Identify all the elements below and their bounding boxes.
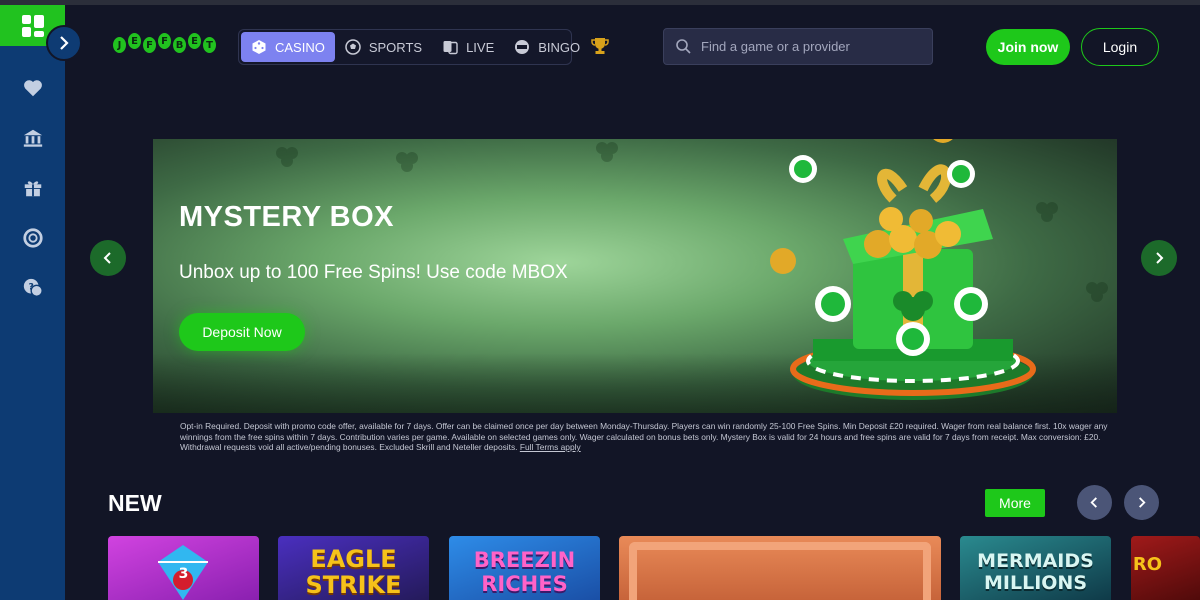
banner-next-button[interactable] [1141,240,1177,276]
game-tile[interactable]: MERMAIDS MILLIONS [960,536,1111,600]
game-title: RO [1132,554,1163,575]
logo-letter: E [188,33,201,49]
game-tile[interactable] [619,536,941,600]
search-bar[interactable] [663,28,933,65]
support-button[interactable]: ? [0,263,65,313]
game-title: EAGLE STRIKE [305,545,402,599]
banner-subtitle: Unbox up to 100 Free Spins! Use code MBO… [179,262,568,283]
join-now-button[interactable]: Join now [986,29,1070,65]
chevron-right-icon [60,36,69,50]
nav-live[interactable]: LIVE [432,32,504,62]
login-button[interactable]: Login [1081,28,1159,66]
promotions-button[interactable] [0,163,65,213]
dice-icon [252,40,266,54]
section-title-new: NEW [108,490,162,516]
game-tile[interactable]: RO [1131,536,1200,600]
clover-decoration [1086,282,1108,302]
banner-title: MYSTERY BOX [179,201,394,233]
game-tile[interactable]: BREEZIN RICHES [449,536,600,600]
bank-icon [23,129,42,147]
nav-casino[interactable]: CASINO [241,32,335,62]
jeffbet-logo[interactable]: J E F F B E T [113,33,216,57]
nav-label: CASINO [275,39,325,55]
chevron-right-icon [1139,497,1146,508]
carousel-prev-button[interactable] [1077,485,1112,520]
chevron-right-icon [1156,252,1164,264]
logo-letter: J [113,37,126,53]
cashier-button[interactable] [0,113,65,163]
logo-letter: F [158,33,171,49]
window-top-border [0,0,1200,5]
gift-icon [24,181,41,197]
game-title: 3 [178,566,189,582]
game-title: MERMAIDS MILLIONS [977,550,1094,594]
main-nav: CASINO SPORTS LIVE BINGO [238,29,580,65]
help-button[interactable] [0,213,65,263]
mystery-box-illustration [770,139,1036,400]
game-tile[interactable]: 3 [108,536,259,600]
banner-prev-button[interactable] [90,240,126,276]
more-button[interactable]: More [985,489,1045,517]
terms-text: Opt-in Required. Deposit with promo code… [180,421,1120,453]
chevron-left-icon [103,252,111,264]
grid-icon [22,14,44,37]
clover-decoration [276,147,298,167]
deposit-now-button[interactable]: Deposit Now [179,313,305,351]
trophy-icon[interactable] [590,36,610,56]
logo-letter: T [203,37,216,53]
svg-text:?: ? [28,281,33,292]
terms-body: Opt-in Required. Deposit with promo code… [180,421,1108,452]
cards-icon [443,41,458,55]
logo-letter: E [128,33,141,49]
football-icon [345,39,361,55]
logo-letter: B [173,37,186,53]
heart-icon [23,80,42,97]
search-icon [676,39,691,54]
nav-label: LIVE [466,39,495,55]
clover-decoration [396,152,418,172]
favourites-button[interactable] [0,63,65,113]
sidebar: ? [0,5,65,600]
nav-bingo[interactable]: BINGO [504,32,590,62]
nav-label: SPORTS [368,39,423,55]
nav-label: BINGO [538,39,581,55]
chevron-left-icon [1090,497,1097,508]
support-chat-icon: ? [23,278,43,297]
promo-banner[interactable]: MYSTERY BOX Unbox up to 100 Free Spins! … [153,139,1117,413]
full-terms-link[interactable]: Full Terms apply [520,442,581,452]
search-input[interactable] [701,39,921,54]
clover-decoration [596,142,618,162]
game-tile[interactable]: EAGLE STRIKE [278,536,429,600]
lifebuoy-icon [22,228,43,248]
game-title: BREEZIN RICHES [473,548,576,596]
bingo-ball-icon [515,40,530,54]
nav-sports[interactable]: SPORTS [335,32,432,62]
carousel-next-button[interactable] [1124,485,1159,520]
logo-letter: F [143,37,156,53]
expand-sidebar-button[interactable] [46,25,82,61]
